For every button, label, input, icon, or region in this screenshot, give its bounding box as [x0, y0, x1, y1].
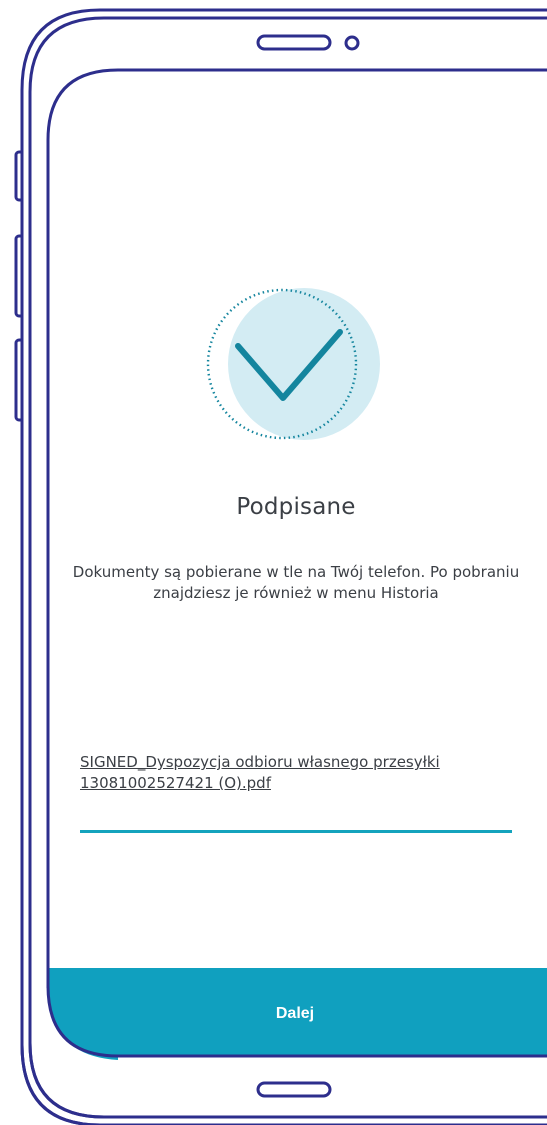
status-title: Podpisane [236, 494, 356, 520]
download-progress-bar [80, 830, 512, 833]
document-file-link[interactable]: SIGNED_Dyspozycja odbioru własnego przes… [80, 752, 516, 794]
status-message: Dokumenty są pobierane w tle na Twój tel… [72, 563, 520, 602]
next-button[interactable]: Dalej [40, 968, 547, 1060]
next-button-label: Dalej [275, 1005, 315, 1022]
phone-camera [344, 35, 360, 51]
download-progress-fill [80, 830, 512, 833]
phone-speaker [256, 34, 332, 51]
phone-home-indicator [256, 1081, 332, 1098]
